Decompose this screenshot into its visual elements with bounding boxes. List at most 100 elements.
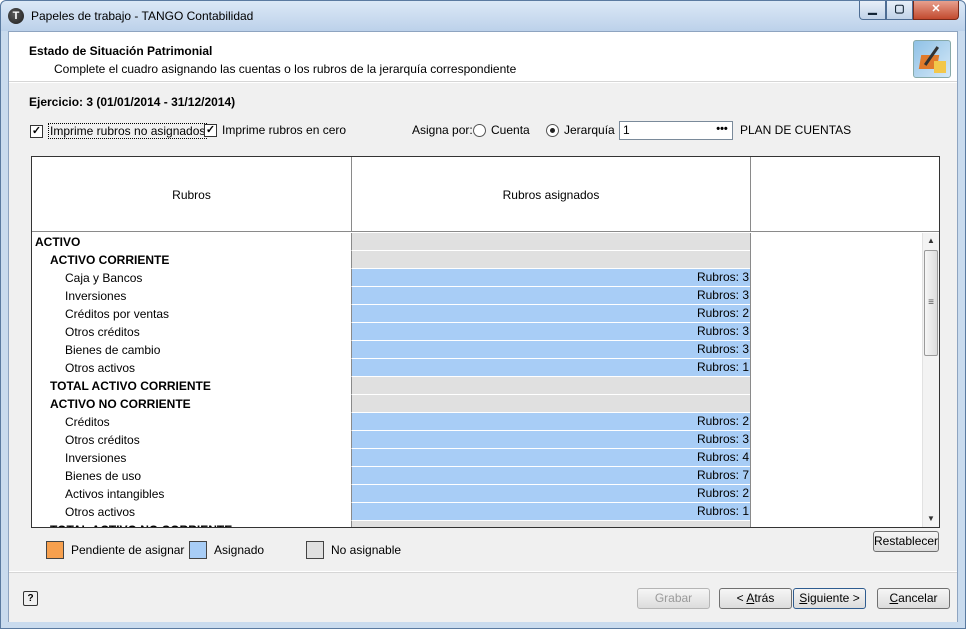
plan-de-cuentas-label: PLAN DE CUENTAS: [740, 123, 852, 137]
rubros-asignados-cell[interactable]: [351, 251, 751, 269]
rubros-asignados-cell[interactable]: Rubros: 2: [351, 485, 751, 503]
rubro-name[interactable]: Créditos por ventas: [32, 305, 351, 323]
maximize-button[interactable]: ▢: [886, 1, 913, 20]
table-row[interactable]: Bienes de uso Rubros: 7: [32, 467, 922, 485]
radio-cuenta[interactable]: Cuenta: [473, 123, 530, 137]
radio-cuenta-label: Cuenta: [491, 123, 530, 137]
column-header-rubros[interactable]: Rubros: [32, 157, 352, 232]
rubros-asignados-cell[interactable]: Rubros: 1: [351, 359, 751, 377]
scroll-down-icon[interactable]: ▼: [923, 511, 939, 527]
siguiente-rest: iguiente: [807, 591, 850, 605]
tango-app-icon[interactable]: T: [8, 8, 24, 24]
rubros-asignados-cell[interactable]: [351, 521, 751, 527]
rubros-asignados-cell[interactable]: Rubros: 4: [351, 449, 751, 467]
rubro-name[interactable]: Bienes de uso: [32, 467, 351, 485]
grid-vertical-scrollbar[interactable]: ▲ ≡ ▼: [922, 233, 939, 527]
cancelar-button[interactable]: Cancelar: [877, 588, 950, 609]
wizard-body: Ejercicio: 3 (01/01/2014 - 31/12/2014) ✓…: [9, 83, 957, 571]
imprime-en-cero-checkbox[interactable]: ✓: [204, 123, 217, 137]
table-row[interactable]: ACTIVO NO CORRIENTE: [32, 395, 922, 413]
close-button[interactable]: ✕: [913, 1, 959, 20]
column-divider: [750, 233, 751, 527]
restablecer-button[interactable]: Restablecer: [873, 531, 939, 552]
table-row[interactable]: ACTIVO CORRIENTE: [32, 251, 922, 269]
jerarquia-input[interactable]: 1 •••: [619, 121, 733, 140]
rubros-asignados-cell[interactable]: [351, 395, 751, 413]
rubros-asignados-cell[interactable]: Rubros: 3: [351, 269, 751, 287]
rubro-name[interactable]: Créditos: [32, 413, 351, 431]
table-row[interactable]: Inversiones Rubros: 3: [32, 287, 922, 305]
legend-asignado-swatch: [189, 541, 207, 559]
rubro-name[interactable]: ACTIVO NO CORRIENTE: [32, 395, 351, 413]
imprime-no-asignados-option[interactable]: ✓ Imprime rubros no asignados: [30, 123, 208, 139]
table-row[interactable]: Inversiones Rubros: 4: [32, 449, 922, 467]
rubros-asignados-cell[interactable]: Rubros: 3: [351, 287, 751, 305]
rubros-asignados-cell[interactable]: Rubros: 1: [351, 503, 751, 521]
rubros-grid[interactable]: Rubros Rubros asignados ACTIVO ACTIVO COR…: [31, 156, 940, 528]
imprime-no-asignados-label: Imprime rubros no asignados: [48, 123, 208, 139]
rubro-name[interactable]: Otros activos: [32, 503, 351, 521]
rubro-name[interactable]: Otros créditos: [32, 431, 351, 449]
help-icon[interactable]: ?: [23, 591, 38, 606]
table-row[interactable]: TOTAL ACTIVO CORRIENTE: [32, 377, 922, 395]
table-row[interactable]: Otros activos Rubros: 1: [32, 503, 922, 521]
rubro-name[interactable]: Bienes de cambio: [32, 341, 351, 359]
rubro-name[interactable]: Inversiones: [32, 287, 351, 305]
grid-header: Rubros Rubros asignados: [32, 157, 939, 232]
rubro-name[interactable]: ACTIVO: [32, 233, 351, 251]
rubro-name[interactable]: ACTIVO CORRIENTE: [32, 251, 351, 269]
title-bar[interactable]: T Papeles de trabajo - TANGO Contabilida…: [1, 1, 965, 31]
atras-button[interactable]: < Atrás: [719, 588, 792, 609]
table-row[interactable]: TOTAL ACTIVO NO CORRIENTE: [32, 521, 922, 527]
table-row[interactable]: Otros créditos Rubros: 3: [32, 323, 922, 341]
rubros-asignados-cell[interactable]: Rubros: 3: [351, 341, 751, 359]
rubro-name[interactable]: Caja y Bancos: [32, 269, 351, 287]
rubros-asignados-cell[interactable]: Rubros: 3: [351, 431, 751, 449]
table-row[interactable]: ACTIVO: [32, 233, 922, 251]
scroll-up-icon[interactable]: ▲: [923, 233, 939, 249]
radio-jerarquia-circle[interactable]: [546, 123, 559, 137]
rubro-name[interactable]: TOTAL ACTIVO NO CORRIENTE: [32, 521, 351, 527]
table-row[interactable]: Créditos por ventas Rubros: 2: [32, 305, 922, 323]
ejercicio-label: Ejercicio: 3 (01/01/2014 - 31/12/2014): [29, 95, 236, 109]
legend-pendiente-label: Pendiente de asignar: [71, 543, 185, 557]
rubros-asignados-cell[interactable]: Rubros: 2: [351, 413, 751, 431]
rubros-asignados-cell[interactable]: [351, 377, 751, 395]
imprime-en-cero-option[interactable]: ✓ Imprime rubros en cero: [204, 123, 346, 137]
rubros-asignados-cell[interactable]: Rubros: 3: [351, 323, 751, 341]
cancelar-accel: C: [889, 591, 899, 605]
column-header-rubros-asignados[interactable]: Rubros asignados: [352, 157, 751, 232]
jerarquia-browse-button[interactable]: •••: [713, 123, 731, 138]
rubro-name[interactable]: Otros activos: [32, 359, 351, 377]
rubros-asignados-cell[interactable]: Rubros: 2: [351, 305, 751, 323]
asigna-por-label: Asigna por:: [412, 123, 473, 137]
table-row[interactable]: Caja y Bancos Rubros: 3: [32, 269, 922, 287]
atras-rest: trás: [754, 591, 775, 605]
asigna-por-text: Asigna por:: [412, 123, 473, 137]
dialog-client: Estado de Situación Patrimonial Complete…: [8, 31, 958, 622]
minimize-button[interactable]: ▁: [859, 1, 886, 20]
radio-jerarquia[interactable]: Jerarquía: [546, 123, 615, 137]
legend-pendiente: Pendiente de asignar: [46, 541, 184, 559]
atras-prefix: <: [736, 591, 747, 605]
page-subtitle: Complete el cuadro asignando las cuentas…: [54, 62, 517, 76]
scroll-thumb[interactable]: ≡: [924, 250, 938, 356]
rubro-name[interactable]: TOTAL ACTIVO CORRIENTE: [32, 377, 351, 395]
radio-cuenta-circle[interactable]: [473, 123, 486, 137]
rubros-asignados-cell[interactable]: Rubros: 7: [351, 467, 751, 485]
table-row[interactable]: Activos intangibles Rubros: 2: [32, 485, 922, 503]
legend-no-asignable-swatch: [306, 541, 324, 559]
table-row[interactable]: Créditos Rubros: 2: [32, 413, 922, 431]
siguiente-suffix: >: [849, 591, 860, 605]
rubro-name[interactable]: Activos intangibles: [32, 485, 351, 503]
wizard-header: Estado de Situación Patrimonial Complete…: [9, 32, 957, 82]
rubro-name[interactable]: Otros créditos: [32, 323, 351, 341]
grabar-button[interactable]: Grabar: [637, 588, 710, 609]
siguiente-button[interactable]: Siguiente >: [793, 588, 866, 609]
table-row[interactable]: Otros créditos Rubros: 3: [32, 431, 922, 449]
imprime-no-asignados-checkbox[interactable]: ✓: [30, 124, 43, 138]
table-row[interactable]: Bienes de cambio Rubros: 3: [32, 341, 922, 359]
table-row[interactable]: Otros activos Rubros: 1: [32, 359, 922, 377]
rubros-asignados-cell[interactable]: [351, 233, 751, 251]
rubro-name[interactable]: Inversiones: [32, 449, 351, 467]
